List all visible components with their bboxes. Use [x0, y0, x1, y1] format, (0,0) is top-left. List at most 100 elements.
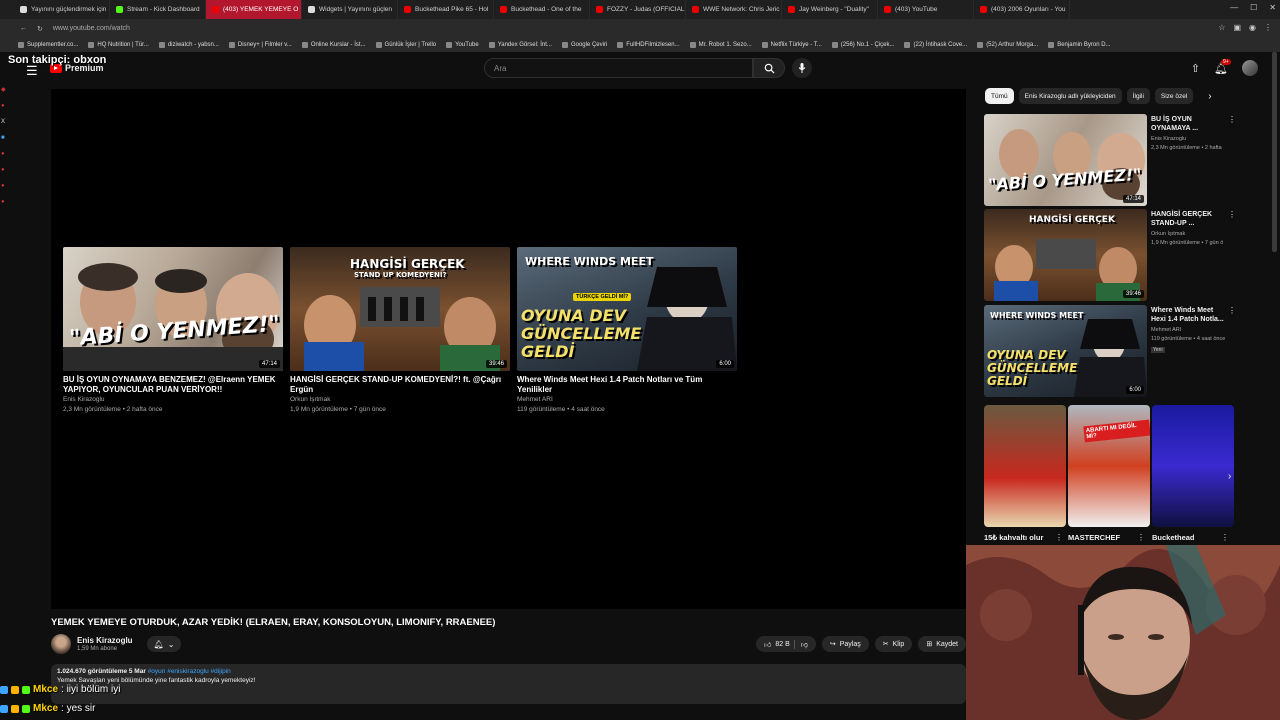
recommended-video[interactable]: WHERE WINDS MEET OYUNA DEV GÜNCELLEME GE…: [984, 305, 1244, 397]
chip-from-uploader[interactable]: Enis Kirazoglu adlı yükleyiciden: [1018, 88, 1122, 104]
like-button[interactable]: 👍︎ 82 B 👎︎: [756, 636, 816, 652]
back-icon[interactable]: ←: [20, 25, 27, 32]
bookmark-item[interactable]: Benjamin Byron D...: [1048, 42, 1111, 48]
bookmark-item[interactable]: (22) İntihask Cove...: [904, 42, 967, 48]
page-scrollbar[interactable]: [1272, 52, 1277, 252]
chevron-right-icon[interactable]: ›: [1208, 91, 1211, 102]
browser-tab[interactable]: FOZZY - Judas (OFFICIAL: [590, 0, 686, 19]
bookmark-item[interactable]: Online Kurslar - İst...: [301, 42, 366, 48]
endcard-video[interactable]: "ABİ O YENMEZ!" 47:14 BU İŞ OYUN OYNAMAY…: [63, 247, 283, 415]
more-actions-icon[interactable]: ⋮: [1137, 533, 1145, 542]
search-button[interactable]: [753, 58, 785, 78]
rec-channel[interactable]: Mehmet ARI: [1151, 327, 1181, 333]
more-actions-icon[interactable]: ⋮: [1228, 306, 1236, 315]
rec-channel[interactable]: Enis Kirazoglu: [1151, 136, 1186, 142]
url-field[interactable]: www.youtube.com/watch: [53, 25, 130, 32]
close-icon[interactable]: ✕: [1269, 3, 1276, 12]
notifications-button[interactable]: 🔔︎ 9+: [1214, 58, 1231, 75]
subscription-bell-button[interactable]: 🔔︎ ⌄: [147, 636, 181, 652]
browser-tab[interactable]: Yayınını güçlendirmek için: [14, 0, 110, 19]
more-actions-icon[interactable]: ⋮: [1055, 533, 1063, 542]
twitch-icon[interactable]: ◆: [1, 86, 10, 93]
dock-icon[interactable]: ●: [1, 167, 10, 173]
endcard-channel[interactable]: Orkun Işıtmak: [290, 395, 510, 405]
browser-tab[interactable]: (403) YEMEK YEMEYE O: [206, 0, 302, 19]
endcard-video[interactable]: WHERE WINDS MEET TÜRKÇE GELDİ Mİ? OYUNA …: [517, 247, 737, 415]
search-input[interactable]: Ara: [484, 58, 753, 78]
bookmark-item[interactable]: Disney+ | Filmler v...: [228, 42, 292, 48]
short-title[interactable]: MASTERCHEF: [1068, 533, 1120, 542]
rec-channel[interactable]: Orkun Işıtmak: [1151, 231, 1185, 237]
browser-tab[interactable]: Buckethead - One of the: [494, 0, 590, 19]
upload-icon[interactable]: ⇧: [1191, 62, 1200, 75]
endcard-video[interactable]: HANGİSİ GERÇEK STAND UP KOMEDYENİ? 39:46…: [290, 247, 510, 415]
bookmark-item[interactable]: FullHDFilmizlesen...: [617, 42, 680, 48]
chip-related[interactable]: İlgili: [1126, 88, 1150, 104]
star-icon[interactable]: ☆: [1218, 23, 1225, 32]
recommended-video[interactable]: "ABİ O YENMEZ!" 47:14 BU İŞ OYUN OYNAMAY…: [984, 114, 1244, 206]
endcard-channel[interactable]: Mehmet ARI: [517, 395, 737, 405]
short-thumbnail[interactable]: [1152, 405, 1234, 527]
rec-thumbnail[interactable]: "ABİ O YENMEZ!" 47:14: [984, 114, 1147, 206]
video-player[interactable]: "ABİ O YENMEZ!" 47:14 BU İŞ OYUN OYNAMAY…: [51, 89, 966, 609]
profile-icon[interactable]: ◉: [1249, 23, 1256, 32]
browser-tab[interactable]: Jay Weinberg - "Duality": [782, 0, 878, 19]
account-avatar[interactable]: [1242, 60, 1258, 76]
bookmark-item[interactable]: HQ Nutrition | Tür...: [88, 42, 149, 48]
thumbs-down-icon[interactable]: 👎︎: [793, 639, 808, 649]
voice-search-button[interactable]: [792, 58, 812, 78]
minimize-icon[interactable]: —: [1230, 3, 1238, 12]
extensions-icon[interactable]: ▣: [1233, 23, 1241, 32]
channel-avatar[interactable]: [51, 634, 71, 654]
dock-icon[interactable]: ●: [1, 199, 10, 205]
bookmark-item[interactable]: Google Çeviri: [561, 42, 607, 48]
browser-tab[interactable]: WWE Network: Chris Jeric: [686, 0, 782, 19]
endcard-channel[interactable]: Enis Kirazoglu: [63, 395, 283, 405]
save-button[interactable]: ⊞ Kaydet: [918, 636, 966, 652]
bookmark-item[interactable]: Günlük İşler | Trello: [375, 42, 436, 48]
endcard-title[interactable]: HANGİSİ GERÇEK STAND-UP KOMEDYENİ?! ft. …: [290, 375, 510, 395]
endcard-thumbnail[interactable]: HANGİSİ GERÇEK STAND UP KOMEDYENİ? 39:46: [290, 247, 510, 371]
more-actions-icon[interactable]: ⋮: [1221, 533, 1229, 542]
browser-tab[interactable]: Stream - Kick Dashboard: [110, 0, 206, 19]
browser-tab[interactable]: Widgets | Yayınını güçlen: [302, 0, 398, 19]
more-actions-icon[interactable]: ⋮: [1228, 115, 1236, 124]
bookmark-item[interactable]: Supplementler.co...: [18, 42, 78, 48]
share-button[interactable]: ↪ Paylaş: [821, 636, 869, 652]
maximize-icon[interactable]: ☐: [1250, 3, 1257, 12]
short-thumbnail[interactable]: ABARTI MI DEĞİL Mİ?: [1068, 405, 1150, 527]
dock-icon[interactable]: ●: [1, 183, 10, 189]
bookmark-item[interactable]: Yandex Görsel: İnt...: [488, 42, 552, 48]
short-thumbnail[interactable]: [984, 405, 1066, 527]
browser-tab[interactable]: (403) YouTube: [878, 0, 974, 19]
bookmark-item[interactable]: YouTube: [446, 42, 479, 48]
browser-tab[interactable]: Buckethead Pike 65 - Hol: [398, 0, 494, 19]
more-icon[interactable]: ⋮: [1264, 23, 1272, 32]
rec-thumbnail[interactable]: HANGİSİ GERÇEK 39:46: [984, 209, 1147, 301]
chip-all[interactable]: Tümü: [985, 88, 1014, 104]
reload-icon[interactable]: ↻: [37, 25, 43, 33]
rec-title[interactable]: HANGİSİ GERÇEK STAND-UP ...: [1151, 210, 1226, 228]
endcard-thumbnail[interactable]: "ABİ O YENMEZ!" 47:14: [63, 247, 283, 371]
chevron-right-icon[interactable]: ›: [1228, 471, 1231, 482]
rec-title[interactable]: Where Winds Meet Hexi 1.4 Patch Notla...: [1151, 306, 1226, 324]
channel-name[interactable]: Enis Kirazoglu: [77, 636, 133, 645]
endcard-title[interactable]: BU İŞ OYUN OYNAMAYA BENZEMEZ! @Elraenn Y…: [63, 375, 283, 395]
chip-for-you[interactable]: Size özel: [1154, 88, 1194, 104]
hashtags[interactable]: #oyun #eniskirazoglu #dijipin: [148, 668, 231, 675]
dock-icon[interactable]: ●: [1, 151, 10, 157]
short-title[interactable]: 15₺ kahvaltı olur: [984, 533, 1043, 542]
recommended-video[interactable]: HANGİSİ GERÇEK 39:46 HANGİSİ GERÇEK STAN…: [984, 209, 1244, 301]
bookmark-item[interactable]: Netflix Türkiye - T...: [761, 42, 822, 48]
endcard-thumbnail[interactable]: WHERE WINDS MEET TÜRKÇE GELDİ Mİ? OYUNA …: [517, 247, 737, 371]
browser-tab[interactable]: (403) 2006 Oyunları - You: [974, 0, 1070, 19]
more-actions-icon[interactable]: ⋮: [1228, 210, 1236, 219]
dock-icon[interactable]: ■: [1, 135, 10, 141]
bookmark-item[interactable]: (52) Arthur Morga...: [977, 42, 1038, 48]
short-title[interactable]: Buckethead: [1152, 533, 1195, 542]
clip-button[interactable]: ✂ Klip: [874, 636, 913, 652]
bookmark-item[interactable]: (256) No.1 - Çiçek...: [831, 42, 894, 48]
rec-thumbnail[interactable]: WHERE WINDS MEET OYUNA DEV GÜNCELLEME GE…: [984, 305, 1147, 397]
rec-title[interactable]: BU İŞ OYUN OYNAMAYA ...: [1151, 115, 1226, 133]
bookmark-item[interactable]: Mr. Robot 1. Sezo...: [689, 42, 752, 48]
